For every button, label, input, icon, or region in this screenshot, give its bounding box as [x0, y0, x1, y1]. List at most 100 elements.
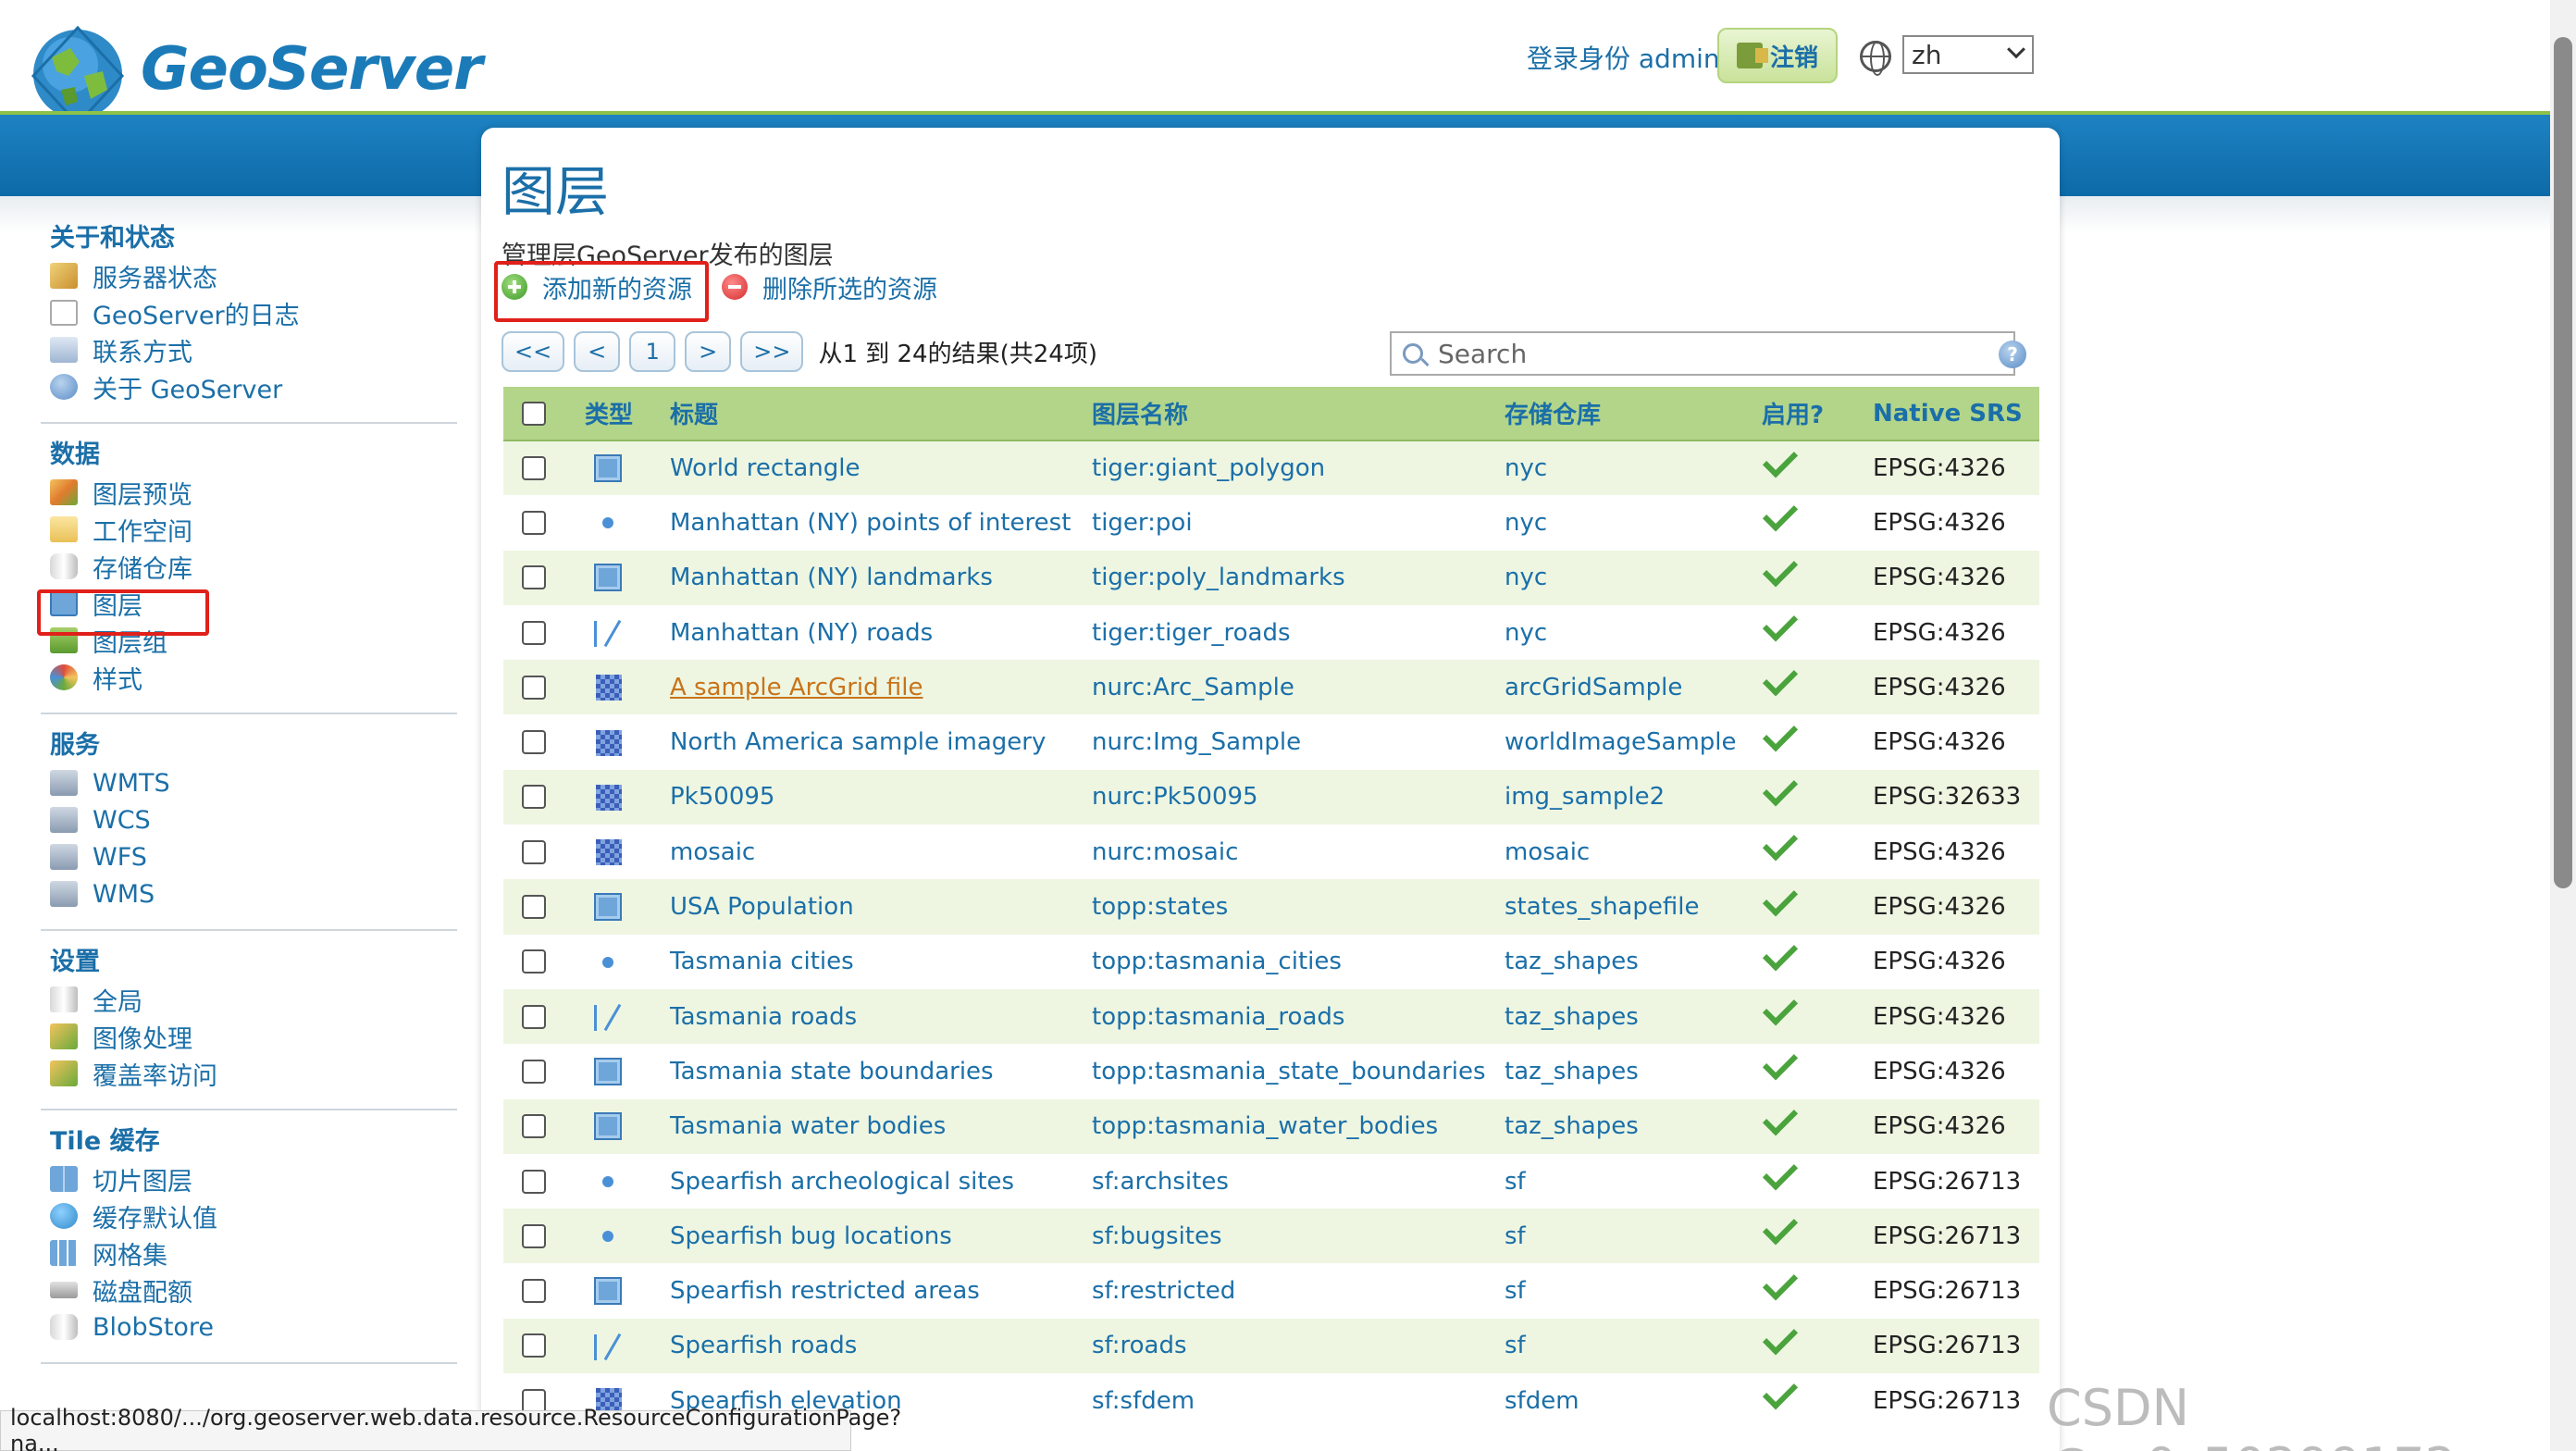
row-checkbox[interactable]: [522, 1059, 546, 1084]
layer-name-link[interactable]: nurc:Pk50095: [1092, 769, 1505, 825]
layer-title-link[interactable]: Spearfish restricted areas: [670, 1277, 980, 1305]
logout-button[interactable]: 注销: [1717, 28, 1838, 83]
scrollbar[interactable]: [2550, 0, 2576, 1451]
row-checkbox[interactable]: [522, 456, 546, 481]
help-icon[interactable]: ?: [1999, 341, 2026, 368]
sidebar-item-disk-quota[interactable]: 磁盘配额: [50, 1271, 457, 1308]
sidebar-item-wcs[interactable]: WCS: [50, 801, 457, 838]
layer-title-link[interactable]: A sample ArcGrid file: [670, 674, 923, 701]
layer-title-link[interactable]: Manhattan (NY) landmarks: [670, 564, 993, 591]
column-header-srs[interactable]: Native SRS: [1873, 387, 2039, 441]
layer-title-link[interactable]: Tasmania state boundaries: [670, 1058, 994, 1085]
layer-name-link[interactable]: nurc:mosaic: [1092, 825, 1505, 880]
column-header-enabled[interactable]: 启用?: [1762, 387, 1873, 441]
pager-page-button[interactable]: 1: [629, 331, 676, 372]
row-checkbox[interactable]: [522, 1279, 546, 1304]
layer-title-link[interactable]: Spearfish archeological sites: [670, 1168, 1014, 1196]
layer-title-link[interactable]: mosaic: [670, 838, 755, 866]
layer-name-link[interactable]: topp:tasmania_state_boundaries: [1092, 1044, 1505, 1099]
row-checkbox[interactable]: [522, 1333, 546, 1358]
row-checkbox[interactable]: [522, 730, 546, 755]
layer-name-link[interactable]: sf:bugsites: [1092, 1209, 1505, 1264]
store-link[interactable]: mosaic: [1505, 825, 1762, 880]
scrollbar-thumb[interactable]: [2554, 37, 2572, 888]
layer-name-link[interactable]: tiger:tiger_roads: [1092, 604, 1505, 661]
row-checkbox[interactable]: [522, 675, 546, 700]
layer-name-link[interactable]: topp:tasmania_water_bodies: [1092, 1098, 1505, 1154]
store-link[interactable]: sfdem: [1505, 1373, 1762, 1429]
layer-title-link[interactable]: Tasmania water bodies: [670, 1112, 946, 1140]
store-link[interactable]: taz_shapes: [1505, 1044, 1762, 1099]
row-checkbox[interactable]: [522, 949, 546, 974]
store-link[interactable]: img_sample2: [1505, 769, 1762, 825]
sidebar-item-contact[interactable]: 联系方式: [50, 331, 457, 368]
sidebar-item-layer-preview[interactable]: 图层预览: [50, 474, 457, 511]
remove-resource-link[interactable]: 删除所选的资源: [722, 267, 937, 307]
row-checkbox[interactable]: [522, 895, 546, 920]
column-header-name[interactable]: 图层名称: [1092, 387, 1505, 441]
row-checkbox[interactable]: [522, 620, 546, 645]
store-link[interactable]: nyc: [1505, 440, 1762, 496]
layer-name-link[interactable]: tiger:poly_landmarks: [1092, 550, 1505, 605]
layer-title-link[interactable]: World rectangle: [670, 454, 861, 482]
store-link[interactable]: states_shapefile: [1505, 879, 1762, 935]
store-link[interactable]: nyc: [1505, 604, 1762, 661]
sidebar-item-workspaces[interactable]: 工作空间: [50, 511, 457, 548]
store-link[interactable]: sf: [1505, 1209, 1762, 1264]
layer-name-link[interactable]: sf:roads: [1092, 1318, 1505, 1374]
pager-prev-button[interactable]: <: [574, 331, 621, 372]
layer-title-link[interactable]: USA Population: [670, 893, 854, 921]
sidebar-item-gridsets[interactable]: 网格集: [50, 1234, 457, 1271]
sidebar-item-about[interactable]: 关于 GeoServer: [50, 368, 457, 405]
column-header-title[interactable]: 标题: [670, 387, 1092, 441]
layer-title-link[interactable]: Spearfish roads: [670, 1332, 857, 1359]
row-checkbox[interactable]: [522, 1114, 546, 1139]
store-link[interactable]: taz_shapes: [1505, 934, 1762, 989]
layer-title-link[interactable]: North America sample imagery: [670, 728, 1046, 756]
pager-next-button[interactable]: >: [685, 331, 732, 372]
layer-title-link[interactable]: Pk50095: [670, 783, 774, 811]
select-all-checkbox[interactable]: [522, 401, 546, 426]
layer-name-link[interactable]: topp:tasmania_cities: [1092, 934, 1505, 989]
layer-title-link[interactable]: Tasmania cities: [670, 948, 854, 975]
store-link[interactable]: taz_shapes: [1505, 988, 1762, 1045]
layer-title-link[interactable]: Manhattan (NY) roads: [670, 619, 933, 647]
sidebar-item-tile-layers[interactable]: 切片图层: [50, 1160, 457, 1197]
store-link[interactable]: sf: [1505, 1153, 1762, 1209]
layer-name-link[interactable]: tiger:giant_polygon: [1092, 440, 1505, 496]
layer-name-link[interactable]: sf:archsites: [1092, 1153, 1505, 1209]
store-link[interactable]: nyc: [1505, 495, 1762, 551]
layer-name-link[interactable]: topp:tasmania_roads: [1092, 988, 1505, 1045]
store-link[interactable]: taz_shapes: [1505, 1098, 1762, 1154]
column-header-type[interactable]: 类型: [585, 387, 670, 441]
row-checkbox[interactable]: [522, 1004, 546, 1029]
sidebar-item-logs[interactable]: GeoServer的日志: [50, 294, 457, 331]
row-checkbox[interactable]: [522, 1169, 546, 1194]
store-link[interactable]: worldImageSample: [1505, 714, 1762, 770]
sidebar-item-wmts[interactable]: WMTS: [50, 764, 457, 801]
pager-first-button[interactable]: <<: [502, 331, 565, 372]
sidebar-item-server-status[interactable]: 服务器状态: [50, 257, 457, 294]
layer-name-link[interactable]: tiger:poi: [1092, 495, 1505, 551]
sidebar-item-blobstore[interactable]: BlobStore: [50, 1308, 457, 1346]
layer-name-link[interactable]: topp:states: [1092, 879, 1505, 935]
sidebar-item-coverage-access[interactable]: 覆盖率访问: [50, 1055, 457, 1092]
sidebar-item-wms[interactable]: WMS: [50, 875, 457, 912]
row-checkbox[interactable]: [522, 1223, 546, 1248]
row-checkbox[interactable]: [522, 510, 546, 535]
layer-name-link[interactable]: sf:sfdem: [1092, 1373, 1505, 1429]
sidebar-item-caching-defaults[interactable]: 缓存默认值: [50, 1197, 457, 1234]
search-input[interactable]: Search: [1390, 331, 2015, 376]
sidebar-item-stores[interactable]: 存储仓库: [50, 548, 457, 585]
language-select[interactable]: zh: [1902, 35, 2034, 74]
store-link[interactable]: arcGridSample: [1505, 660, 1762, 715]
layer-name-link[interactable]: nurc:Arc_Sample: [1092, 660, 1505, 715]
row-checkbox[interactable]: [522, 839, 546, 864]
sidebar-item-styles[interactable]: 样式: [50, 659, 457, 696]
pager-last-button[interactable]: >>: [740, 331, 804, 372]
store-link[interactable]: sf: [1505, 1263, 1762, 1319]
layer-name-link[interactable]: nurc:Img_Sample: [1092, 714, 1505, 770]
layer-title-link[interactable]: Manhattan (NY) points of interest: [670, 509, 1071, 537]
row-checkbox[interactable]: [522, 565, 546, 590]
layer-name-link[interactable]: sf:restricted: [1092, 1263, 1505, 1319]
